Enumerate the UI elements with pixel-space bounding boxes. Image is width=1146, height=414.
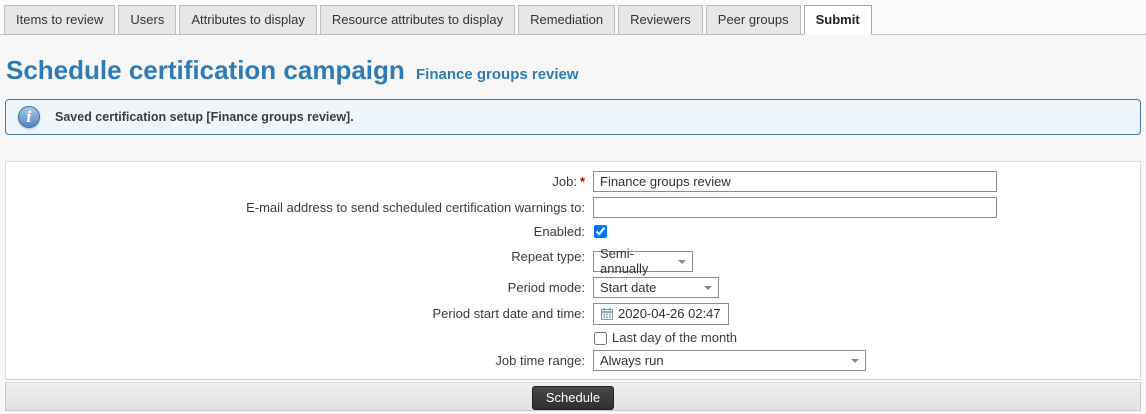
period-mode-value: Start date [600, 280, 656, 295]
page-title-text: Schedule certification campaign [6, 55, 405, 85]
chevron-down-icon [678, 260, 686, 264]
repeat-type-row: Repeat type: Semi-annually [6, 246, 1140, 272]
schedule-button[interactable]: Schedule [532, 386, 614, 410]
tab-resource-attributes-to-display[interactable]: Resource attributes to display [320, 5, 515, 35]
period-mode-row: Period mode: Start date [6, 277, 1140, 298]
required-marker: * [580, 174, 585, 189]
info-icon [18, 106, 40, 128]
period-start-datepicker[interactable]: 2020-04-26 02:47 [593, 303, 729, 325]
job-time-range-select[interactable]: Always run [593, 350, 866, 371]
job-row: Job:* [6, 171, 1140, 192]
last-day-label: Last day of the month [612, 330, 737, 345]
job-time-range-row: Job time range: Always run [6, 350, 1140, 371]
tab-items-to-review[interactable]: Items to review [4, 5, 115, 35]
repeat-type-value: Semi-annually [600, 246, 674, 276]
job-time-range-label: Job time range: [6, 350, 593, 369]
tab-peer-groups[interactable]: Peer groups [706, 5, 801, 35]
schedule-form-panel: Job:* E-mail address to send scheduled c… [5, 161, 1141, 380]
enabled-checkbox[interactable] [594, 225, 607, 238]
tab-reviewers[interactable]: Reviewers [618, 5, 703, 35]
email-row: E-mail address to send scheduled certifi… [6, 197, 1140, 218]
period-start-value: 2020-04-26 02:47 [618, 306, 721, 321]
chevron-down-icon [851, 359, 859, 363]
info-banner-text: Saved certification setup [Finance group… [55, 110, 354, 124]
page-subtitle: Finance groups review [416, 66, 579, 83]
page-title: Schedule certification campaign Finance … [6, 56, 1146, 89]
enabled-label: Enabled: [6, 223, 593, 240]
tab-submit[interactable]: Submit [804, 5, 872, 35]
tab-attributes-to-display[interactable]: Attributes to display [179, 5, 316, 35]
job-input[interactable] [593, 171, 997, 192]
calendar-icon [601, 308, 613, 320]
job-time-range-value: Always run [600, 353, 664, 368]
job-label: Job:* [6, 171, 593, 190]
repeat-type-select[interactable]: Semi-annually [593, 251, 693, 272]
period-mode-select[interactable]: Start date [593, 277, 719, 298]
period-start-row: Period start date and time: 2020-04-26 0… [6, 303, 1140, 345]
last-day-checkbox[interactable] [594, 332, 607, 345]
period-mode-label: Period mode: [6, 277, 593, 296]
tab-remediation[interactable]: Remediation [518, 5, 615, 35]
tab-users[interactable]: Users [118, 5, 176, 35]
enabled-row: Enabled: [6, 223, 1140, 241]
chevron-down-icon [704, 286, 712, 290]
email-input[interactable] [593, 197, 997, 218]
info-banner: Saved certification setup [Finance group… [5, 99, 1141, 135]
button-bar: Schedule [5, 382, 1141, 411]
tab-bar: Items to review Users Attributes to disp… [0, 0, 1146, 35]
repeat-type-label: Repeat type: [6, 246, 593, 265]
email-label: E-mail address to send scheduled certifi… [6, 197, 593, 216]
last-day-row: Last day of the month [593, 330, 1140, 345]
period-start-label: Period start date and time: [6, 303, 593, 322]
